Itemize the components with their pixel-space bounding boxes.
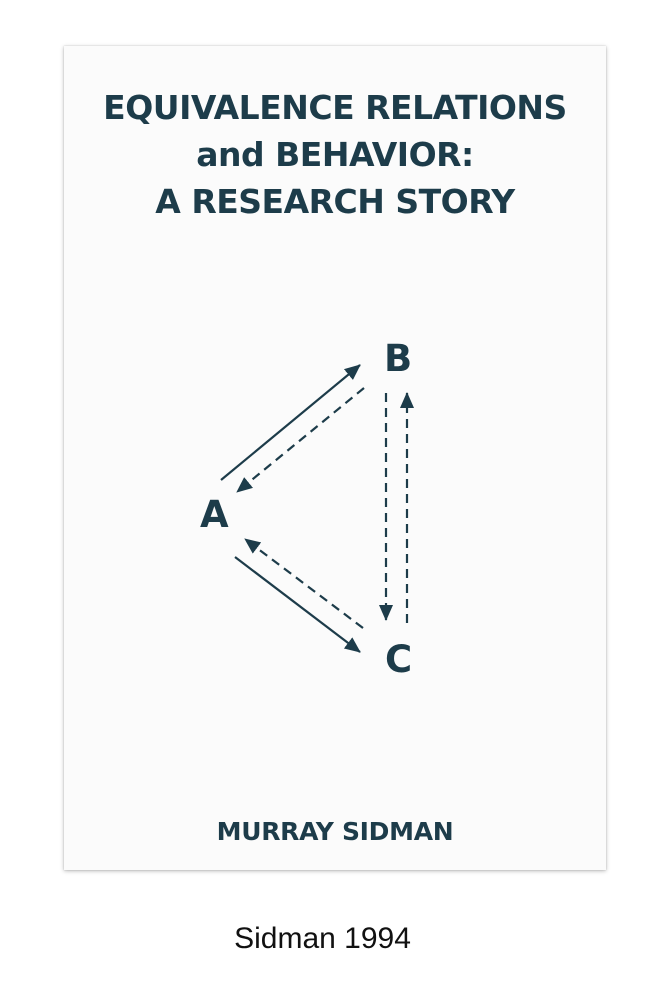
equivalence-diagram: B A C	[200, 337, 414, 681]
relation-a-to-c	[234, 556, 361, 653]
book-author: MURRAY SIDMAN	[216, 817, 454, 846]
relation-c-to-a	[244, 538, 364, 629]
caption: Sidman 1994	[234, 922, 411, 955]
node-label-c: C	[385, 638, 412, 681]
relation-b-to-a	[236, 387, 365, 493]
relation-a-to-b	[220, 364, 361, 481]
node-label-a: A	[200, 493, 229, 536]
node-label-b: B	[384, 337, 412, 380]
book-cover: EQUIVALENCE RELATIONS and BEHAVIOR: A RE…	[64, 46, 606, 870]
